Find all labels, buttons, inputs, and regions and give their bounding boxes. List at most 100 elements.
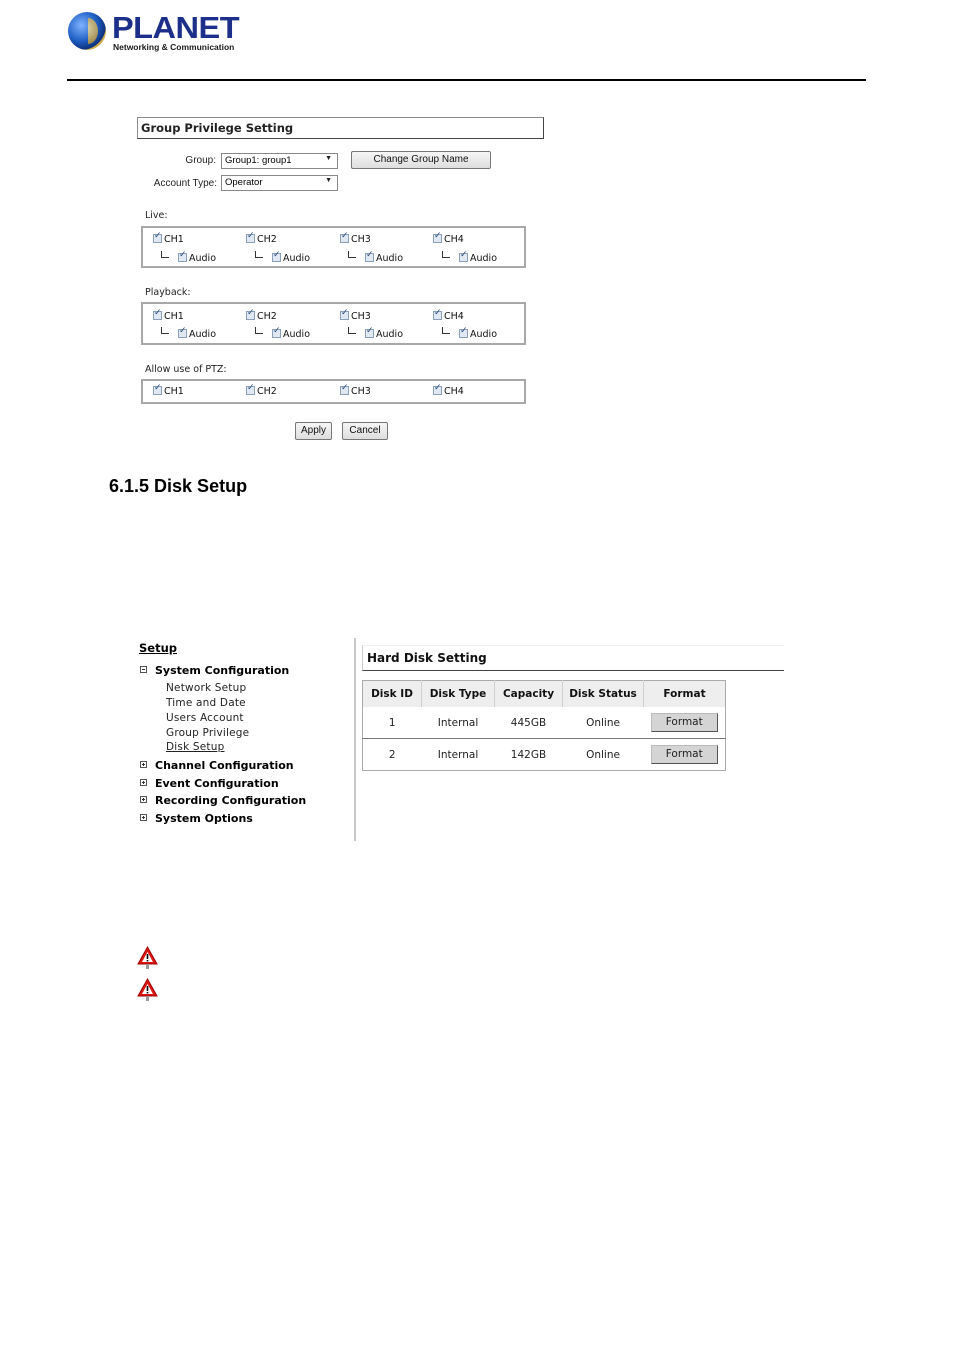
nav-item-disk-setup[interactable]: Disk Setup [166, 741, 224, 753]
account-type-select[interactable]: Operator ▼ [221, 175, 338, 191]
group-select-value: Group1: group1 [225, 155, 292, 166]
group-privilege-panel-header: Group Privilege Setting [137, 117, 544, 139]
collapse-minus-icon [140, 666, 147, 673]
group-label: Group: [185, 155, 216, 166]
live-label: Live: [145, 210, 168, 221]
format-button[interactable]: Format [650, 745, 718, 764]
panel-title: Group Privilege Setting [141, 121, 294, 135]
cancel-button[interactable]: Cancel [342, 422, 388, 440]
nav-channel-configuration[interactable]: Channel Configuration [140, 759, 294, 772]
playback-ch2-audio-checkbox[interactable]: Audio [255, 326, 310, 340]
column-header: Capacity [494, 680, 563, 707]
checkbox-checked-icon [246, 308, 255, 320]
ptz-channels-box: CH1 CH2 CH3 CH4 [141, 379, 526, 404]
ptz-ch3-checkbox[interactable]: CH3 [340, 383, 371, 397]
checkbox-checked-icon [459, 250, 468, 262]
checkbox-checked-icon [178, 250, 187, 262]
playback-ch2-checkbox[interactable]: CH2 [246, 308, 277, 322]
group-select[interactable]: Group1: group1 ▼ [221, 153, 338, 169]
ptz-ch4-checkbox[interactable]: CH4 [433, 383, 464, 397]
brand-tagline: Networking & Communication [113, 42, 235, 52]
checkbox-checked-icon [365, 326, 374, 338]
change-group-name-button[interactable]: Change Group Name [351, 151, 491, 169]
warning-triangle-icon [137, 978, 158, 1001]
nav-item-users-account[interactable]: Users Account [166, 712, 244, 724]
ptz-ch2-checkbox[interactable]: CH2 [246, 383, 277, 397]
playback-ch4-audio-checkbox[interactable]: Audio [442, 326, 497, 340]
tree-branch-icon [348, 251, 356, 258]
dropdown-arrow-icon: ▼ [325, 155, 332, 162]
live-ch1-checkbox[interactable]: CH1 [153, 231, 184, 245]
disk-capacity: 142GB [494, 738, 563, 771]
disk-status: Online [586, 716, 620, 729]
checkbox-checked-icon [340, 383, 349, 395]
disk-status: Online [562, 738, 644, 771]
live-ch3-audio-checkbox[interactable]: Audio [348, 250, 403, 264]
nav-item-network-setup[interactable]: Network Setup [166, 682, 246, 694]
checkbox-checked-icon [433, 383, 442, 395]
tree-branch-icon [255, 251, 263, 258]
panel-title: Hard Disk Setting [367, 651, 487, 665]
expand-plus-icon [140, 761, 147, 768]
checkbox-checked-icon [340, 231, 349, 243]
header-divider [67, 79, 866, 81]
nav-divider [354, 638, 356, 841]
tree-branch-icon [442, 251, 450, 258]
setup-nav-title[interactable]: Setup [139, 641, 177, 655]
playback-ch1-audio-checkbox[interactable]: Audio [161, 326, 216, 340]
checkbox-checked-icon [365, 250, 374, 262]
playback-label: Playback: [145, 287, 191, 298]
checkbox-checked-icon [433, 231, 442, 243]
checkbox-checked-icon [153, 308, 162, 320]
ptz-ch1-checkbox[interactable]: CH1 [153, 383, 184, 397]
playback-ch1-checkbox[interactable]: CH1 [153, 308, 184, 322]
disk-id: 2 [362, 738, 422, 771]
checkbox-checked-icon [246, 231, 255, 243]
column-header: Disk Status [562, 680, 644, 707]
nav-system-configuration[interactable]: System Configuration [140, 664, 289, 677]
playback-ch3-checkbox[interactable]: CH3 [340, 308, 371, 322]
apply-button[interactable]: Apply [295, 422, 332, 440]
tree-branch-icon [161, 327, 169, 334]
live-ch4-audio-checkbox[interactable]: Audio [442, 250, 497, 264]
nav-system-options[interactable]: System Options [140, 812, 253, 825]
nav-event-configuration[interactable]: Event Configuration [140, 777, 279, 790]
live-ch4-checkbox[interactable]: CH4 [433, 231, 464, 245]
hard-disk-panel-header: Hard Disk Setting [362, 645, 784, 671]
playback-channels-box: CH1 Audio CH2 Audio CH3 Audio CH4 Audio [141, 302, 526, 345]
account-type-label: Account Type: [153, 178, 217, 189]
checkbox-checked-icon [433, 308, 442, 320]
table-row: 2 Internal 142GB Online Format [362, 738, 726, 771]
checkbox-checked-icon [459, 326, 468, 338]
disk-type: Internal [437, 716, 479, 729]
nav-item-time-and-date[interactable]: Time and Date [166, 697, 246, 709]
disk-type: Internal [421, 738, 495, 771]
column-header: Disk Type [421, 680, 495, 707]
section-heading: 6.1.5 Disk Setup [109, 476, 248, 496]
account-type-value: Operator [225, 177, 263, 188]
hard-disk-table: Disk ID Disk Type Capacity Disk Status F… [362, 680, 726, 771]
live-ch2-audio-checkbox[interactable]: Audio [255, 250, 310, 264]
playback-ch3-audio-checkbox[interactable]: Audio [348, 326, 403, 340]
table-header-row: Disk ID Disk Type Capacity Disk Status F… [362, 680, 726, 707]
table-row: 1 Internal 445GB Online Format [363, 707, 726, 739]
tree-branch-icon [161, 251, 169, 258]
live-ch1-audio-checkbox[interactable]: Audio [161, 250, 216, 264]
tree-branch-icon [348, 327, 356, 334]
globe-icon [68, 12, 106, 50]
expand-plus-icon [140, 814, 147, 821]
tree-branch-icon [442, 327, 450, 334]
ptz-label: Allow use of PTZ: [145, 364, 227, 375]
nav-item-group-privilege[interactable]: Group Privilege [166, 727, 249, 739]
live-ch2-checkbox[interactable]: CH2 [246, 231, 277, 245]
playback-ch4-checkbox[interactable]: CH4 [433, 308, 464, 322]
tree-branch-icon [255, 327, 263, 334]
live-ch3-checkbox[interactable]: CH3 [340, 231, 371, 245]
live-channels-box: CH1 Audio CH2 Audio CH3 Audio CH4 Audio [141, 226, 526, 268]
disk-capacity: 445GB [510, 716, 547, 729]
format-button[interactable]: Format [650, 713, 718, 732]
checkbox-checked-icon [246, 383, 255, 395]
checkbox-checked-icon [153, 231, 162, 243]
planet-logo: PLANET Networking & Communication [68, 10, 240, 54]
nav-recording-configuration[interactable]: Recording Configuration [140, 794, 306, 807]
